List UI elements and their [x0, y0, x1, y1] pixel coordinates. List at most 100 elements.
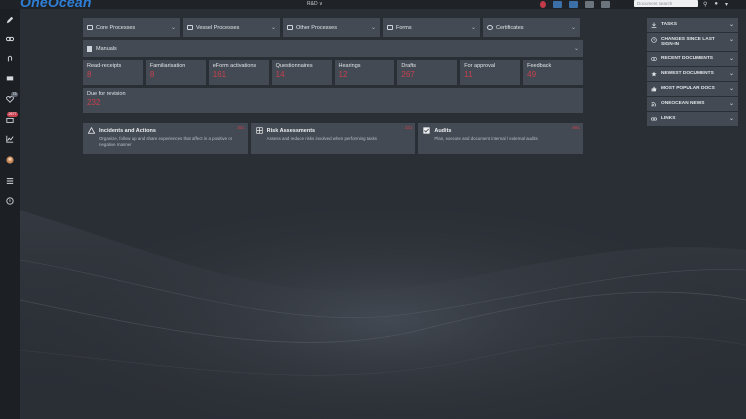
- stat-value: 11: [464, 70, 473, 79]
- app-icon-1[interactable]: [553, 1, 562, 8]
- stat-value: 12: [338, 70, 348, 79]
- chevron-down-icon: ⌄: [728, 101, 734, 107]
- manuals-label: Manuals: [96, 45, 117, 52]
- card-count: 301: [237, 125, 245, 130]
- site-selector[interactable]: R&D ∨: [307, 0, 323, 9]
- panel-newest-documents[interactable]: NEWEST DOCUMENTS ⌄: [647, 67, 738, 81]
- stat-familiarisation[interactable]: Familiarisation 8: [145, 60, 206, 85]
- stat-eform-activations[interactable]: eForm activations 161: [208, 60, 269, 85]
- stat-value: 49: [527, 70, 537, 79]
- tab-label: Other Processes: [296, 24, 337, 31]
- eye-icon: [651, 56, 657, 62]
- book-icon: [87, 45, 92, 52]
- favorites-badge: 73: [11, 92, 18, 97]
- help-icon[interactable]: [4, 196, 16, 206]
- chevron-down-icon: ⌄: [470, 25, 476, 31]
- chevron-down-icon: ⌄: [170, 25, 176, 31]
- stat-value: 8: [149, 70, 155, 79]
- stat-feedback[interactable]: Feedback 49: [523, 60, 583, 85]
- stat-questionnaires[interactable]: Questionnaires 14: [271, 60, 332, 85]
- stat-label: Questionnaires: [275, 63, 313, 69]
- panel-label: ONEOCEAN NEWS: [661, 101, 705, 106]
- document-search-input[interactable]: Document search: [634, 0, 698, 7]
- card-title: Risk Assessments: [266, 127, 316, 134]
- panel-label: CHANGES SINCE LAST SIGN-IN: [661, 37, 715, 47]
- left-sidebar: 73 2677: [0, 9, 20, 419]
- stat-hearings[interactable]: Hearings 12: [334, 60, 395, 85]
- panel-links[interactable]: LINKS ⌄: [647, 112, 738, 126]
- tab-other-processes[interactable]: Other Processes ⌄: [283, 18, 380, 37]
- tab-vessel-processes[interactable]: Vessel Processes ⌄: [183, 18, 280, 37]
- panel-most-popular-docs[interactable]: MOST POPULAR DOCS ⌄: [647, 82, 738, 96]
- grid-icon: [256, 127, 263, 134]
- microphone-icon[interactable]: ●: [714, 1, 718, 7]
- stat-label: Familiarisation: [149, 63, 186, 69]
- tab-label: Forms: [396, 24, 412, 31]
- avatar[interactable]: [4, 155, 16, 165]
- search-icon[interactable]: ⚲: [703, 1, 707, 8]
- card-audits[interactable]: Audits Plan, execute and document intern…: [418, 123, 584, 154]
- rss-icon: [651, 101, 657, 107]
- folder-icon: [87, 25, 93, 30]
- top-right-icons: ⚲ ● ▾: [703, 0, 728, 8]
- panel-oneocean-news[interactable]: ONEOCEAN NEWS ⌄: [647, 97, 738, 111]
- alert-icon[interactable]: [540, 1, 546, 8]
- tab-label: Vessel Processes: [196, 24, 240, 31]
- stat-label: For approval: [464, 63, 496, 69]
- calendar-icon[interactable]: [601, 1, 610, 8]
- clock-icon: [651, 37, 657, 43]
- process-tabs: Core Processes ⌄ Vessel Processes ⌄ Othe…: [83, 18, 583, 37]
- oneocean-logo[interactable]: OneOcean: [20, 0, 92, 10]
- panel-label: RECENT DOCUMENTS: [661, 56, 713, 61]
- tab-certificates[interactable]: Certificates ⌄: [483, 18, 580, 37]
- stat-read-receipts[interactable]: Read-receipts 8: [83, 60, 143, 85]
- chevron-down-icon: ⌄: [573, 46, 579, 52]
- panel-label: TASKS: [661, 22, 677, 27]
- card-incidents-actions[interactable]: Incidents and Actions Organize, follow u…: [83, 123, 248, 154]
- menu-icon[interactable]: [4, 176, 16, 186]
- tab-label: Certificates: [496, 24, 524, 31]
- link-icon[interactable]: [4, 34, 16, 44]
- download-icon: [651, 22, 657, 28]
- chevron-down-icon: ⌄: [728, 116, 734, 122]
- attachment-icon[interactable]: [4, 54, 16, 64]
- stat-drafts[interactable]: Drafts 267: [397, 60, 458, 85]
- module-cards: Incidents and Actions Organize, follow u…: [83, 123, 584, 154]
- card-icon[interactable]: [4, 73, 16, 83]
- inbox-badge: 2677: [7, 112, 18, 117]
- stat-tiles: Read-receipts 8 Familiarisation 8 eForm …: [83, 60, 583, 85]
- card-description: Plan, execute and document internal / ex…: [434, 136, 538, 141]
- app-icon-2[interactable]: [569, 1, 578, 8]
- stat-label: eForm activations: [212, 63, 257, 69]
- panel-label: NEWEST DOCUMENTS: [661, 71, 714, 76]
- folder-icon: [187, 25, 193, 30]
- stat-value: 14: [275, 70, 285, 79]
- chat-icon[interactable]: [585, 1, 594, 8]
- tab-forms[interactable]: Forms ⌄: [383, 18, 480, 37]
- panel-recent-documents[interactable]: RECENT DOCUMENTS ⌄: [647, 52, 738, 66]
- stat-value: 267: [401, 70, 415, 79]
- stat-for-approval[interactable]: For approval 11: [460, 60, 521, 85]
- card-description: Organize, follow up and share experience…: [99, 136, 233, 147]
- card-title: Audits: [434, 127, 452, 134]
- user-menu-icon[interactable]: ▾: [725, 1, 728, 8]
- stat-due-for-revision[interactable]: Due for revision 232: [83, 88, 583, 113]
- right-panel: TASKS ⌄ CHANGES SINCE LAST SIGN-IN ⌄ REC…: [647, 18, 738, 127]
- panel-changes-since-last-sign-in[interactable]: CHANGES SINCE LAST SIGN-IN ⌄: [647, 33, 738, 51]
- stat-value: 8: [87, 70, 92, 79]
- stat-label: Hearings: [338, 63, 361, 69]
- folder-icon: [387, 25, 393, 30]
- panel-label: MOST POPULAR DOCS: [661, 86, 715, 91]
- panel-label: LINKS: [661, 116, 676, 121]
- tab-core-processes[interactable]: Core Processes ⌄: [83, 18, 180, 37]
- chart-icon[interactable]: [4, 134, 16, 144]
- top-bar: OneOcean R&D ∨ Document search ⚲ ● ▾: [0, 0, 746, 10]
- chevron-down-icon: ⌄: [570, 25, 576, 31]
- manuals-section[interactable]: Manuals ⌄: [83, 40, 583, 57]
- panel-tasks[interactable]: TASKS ⌄: [647, 18, 738, 32]
- card-risk-assessments[interactable]: Risk Assessments Assess and reduce risks…: [250, 123, 416, 154]
- stat-value: 161: [212, 70, 227, 79]
- card-title: Incidents and Actions: [99, 127, 156, 134]
- stat-label: Drafts: [401, 63, 417, 69]
- edit-icon[interactable]: [4, 15, 16, 25]
